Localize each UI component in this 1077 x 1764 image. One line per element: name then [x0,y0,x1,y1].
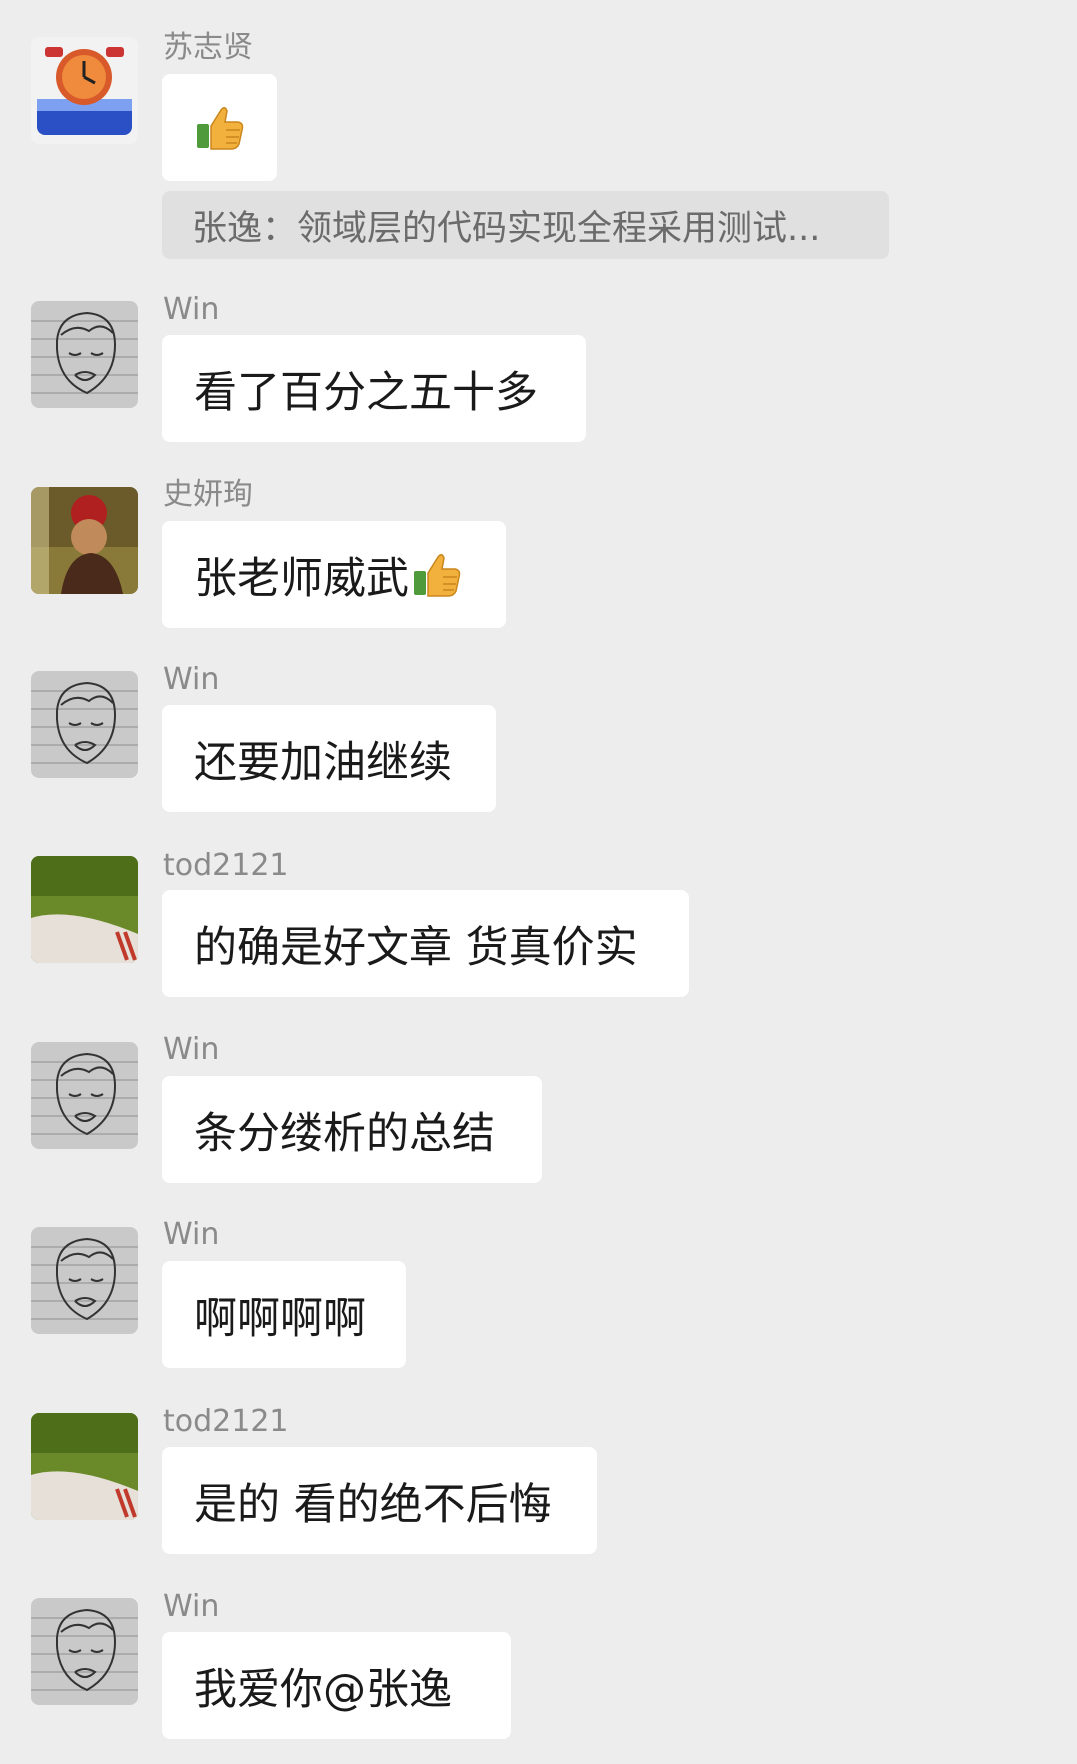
sender-name: Win [163,292,220,327]
message-text: 的确是好文章 货真价实 [194,922,638,973]
message-bubble[interactable] [162,74,277,181]
sender-name: 史妍珣 [163,477,253,512]
clock-app-avatar[interactable] [31,37,138,144]
message-text: 我爱你@张逸 [194,1664,452,1715]
message-text: 看了百分之五十多 [194,367,538,418]
green-photo-avatar[interactable] [31,1413,138,1520]
sender-name: 苏志贤 [163,30,253,65]
sender-name: Win [163,1032,220,1067]
message-bubble[interactable]: 张老师威武 [162,521,506,628]
thumbs-up-icon [411,549,463,601]
thumbs-up-icon [194,102,246,154]
message-text: 啊啊啊啊 [194,1293,366,1344]
sketch-face-avatar[interactable] [31,671,138,778]
message-bubble[interactable]: 我爱你@张逸 [162,1632,511,1739]
message-bubble[interactable]: 看了百分之五十多 [162,335,586,442]
message-bubble[interactable]: 条分缕析的总结 [162,1076,542,1183]
game-character-avatar[interactable] [31,487,138,594]
green-photo-avatar[interactable] [31,856,138,963]
sender-name: Win [163,662,220,697]
sketch-face-avatar[interactable] [31,1227,138,1334]
message-text: 是的 看的绝不后悔 [194,1479,552,1530]
quoted-message[interactable]: 张逸：领域层的代码实现全程采用测试... [162,191,889,259]
message-text: 还要加油继续 [194,737,452,788]
sketch-face-avatar[interactable] [31,1598,138,1705]
message-bubble[interactable]: 是的 看的绝不后悔 [162,1447,597,1554]
message-bubble[interactable]: 还要加油继续 [162,705,496,812]
sketch-face-avatar[interactable] [31,1042,138,1149]
message-bubble[interactable]: 啊啊啊啊 [162,1261,406,1368]
sender-name: tod2121 [163,1404,289,1439]
sketch-face-avatar[interactable] [31,301,138,408]
message-text: 张老师威武 [194,553,409,604]
message-bubble[interactable]: 的确是好文章 货真价实 [162,890,689,997]
sender-name: Win [163,1217,220,1252]
message-text: 条分缕析的总结 [194,1108,495,1159]
sender-name: tod2121 [163,848,289,883]
sender-name: Win [163,1589,220,1624]
